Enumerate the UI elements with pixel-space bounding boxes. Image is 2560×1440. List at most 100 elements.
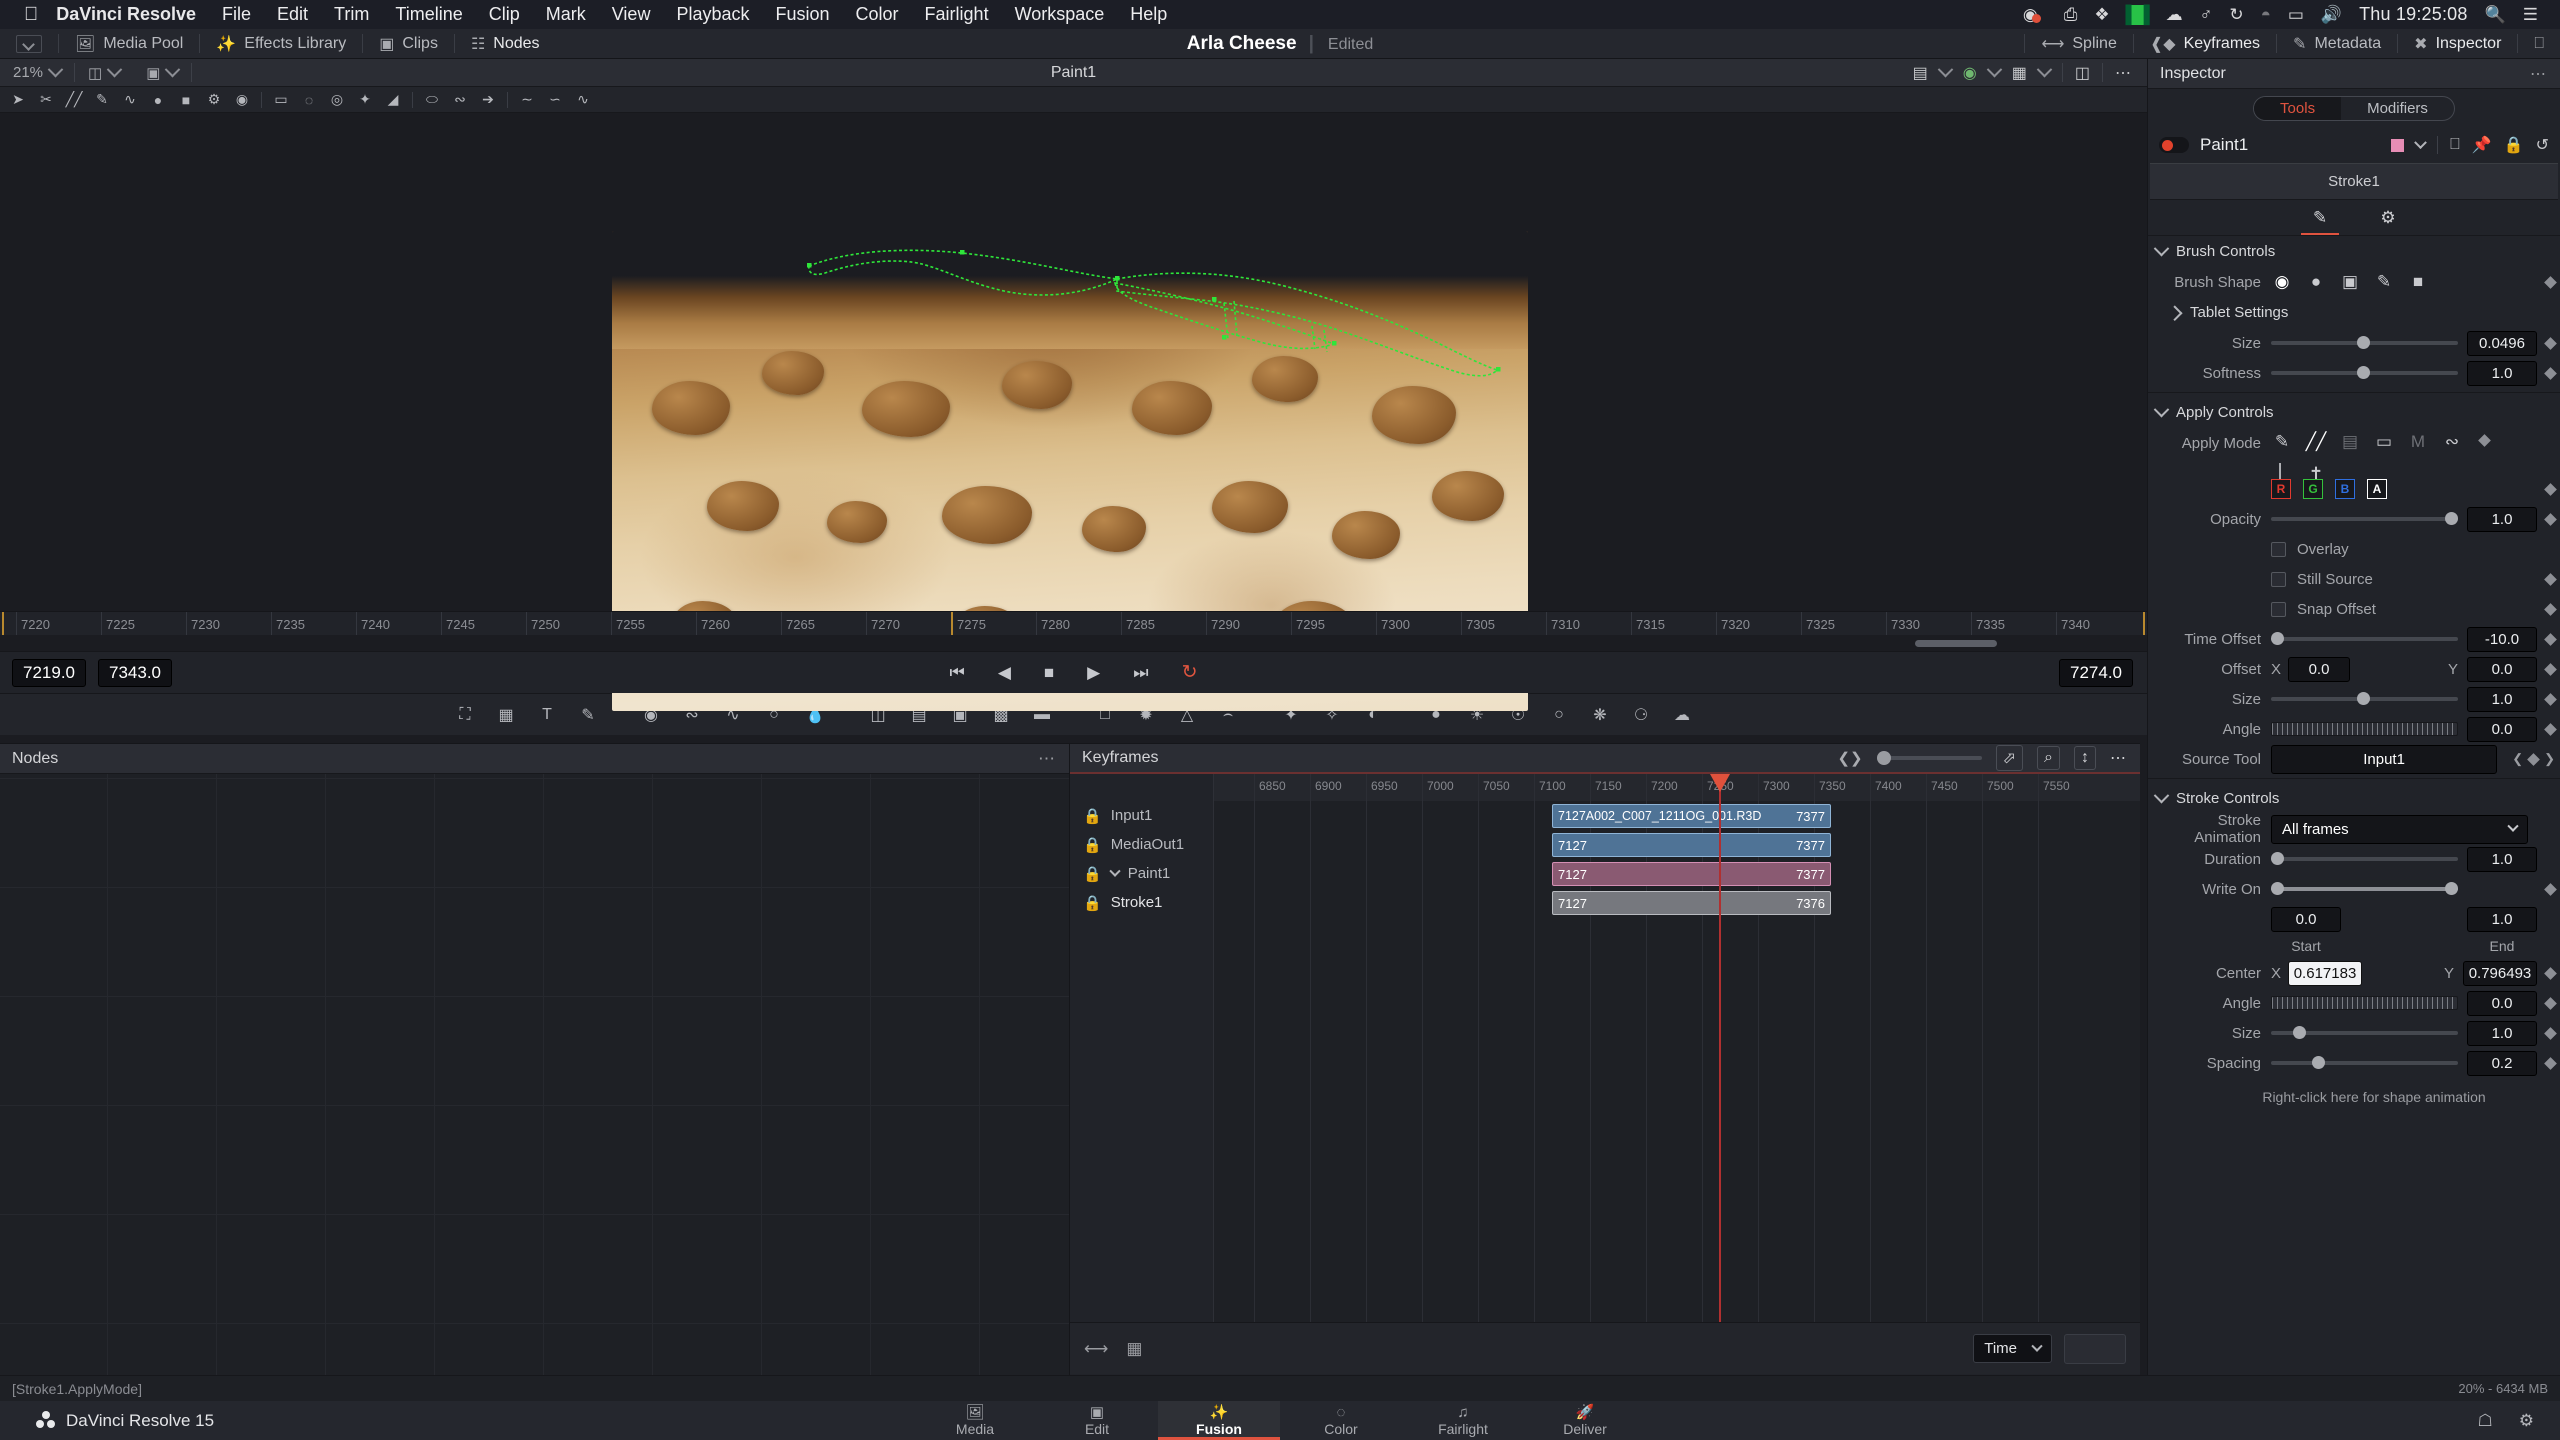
keyframe-diamond-icon[interactable] [2478, 434, 2491, 447]
wifi-icon[interactable]: ◓ [2261, 5, 2271, 25]
node-enable-toggle[interactable] [2159, 137, 2189, 153]
chevron-down-icon[interactable] [1937, 61, 1954, 78]
airplay-icon[interactable]: ▭ [2288, 5, 2304, 25]
ellipse-shape-icon[interactable]: ⬭ [418, 88, 446, 112]
spline-button[interactable]: ⟷ Spline [2025, 29, 2132, 59]
keyframe-diamond-icon[interactable] [2544, 275, 2557, 289]
keyframe-diamond-icon[interactable] [2544, 572, 2557, 586]
metadata-button[interactable]: ✎ Metadata [2277, 29, 2397, 59]
apply-angle-dial[interactable] [2271, 722, 2458, 736]
blur-icon[interactable]: ◎ [323, 88, 351, 112]
keyframe-diamond-icon[interactable] [2544, 966, 2557, 980]
square-brush-icon[interactable]: ■ [2407, 272, 2429, 292]
lock-icon[interactable]: 🔒 [1083, 894, 1102, 912]
pen-brush-icon[interactable]: ✎ [2373, 272, 2395, 292]
menu-playback[interactable]: Playback [676, 4, 749, 25]
paint-stroke-icon[interactable]: ✂ [32, 88, 60, 112]
menu-timeline[interactable]: Timeline [395, 4, 462, 25]
keyframe-track-row[interactable]: 🔒 Stroke1 [1070, 888, 1213, 917]
tab-tools[interactable]: Tools [2254, 96, 2342, 120]
viewer-time-ruler[interactable]: 7220 7225 7230 7235 7240 7245 7250 7255 … [0, 611, 2147, 635]
orbit-icon[interactable]: ⚆ [1621, 698, 1662, 732]
smudge-icon[interactable]: ◌ [295, 88, 323, 112]
curve-edit-icon[interactable]: ∽ [541, 88, 569, 112]
spacing-slider[interactable] [2271, 1056, 2458, 1069]
viewer-grid-icon[interactable]: ▦ [2012, 63, 2027, 83]
collapse-panel-button[interactable]: ⎕ [2518, 29, 2560, 59]
multistroke-icon[interactable]: ╱╱ [60, 88, 88, 112]
viewer-fullscreen-icon[interactable]: ◫ [2075, 63, 2090, 83]
brush-icon[interactable]: ✎ [88, 88, 116, 112]
keyframe-diamond-icon[interactable] [2544, 366, 2557, 380]
brush-tab-icon[interactable]: ✎ [2298, 201, 2342, 235]
keyframes-height-icon[interactable]: ↕ [2074, 746, 2096, 770]
page-tab-fusion[interactable]: ✨ Fusion [1158, 1401, 1280, 1440]
viewer-canvas[interactable] [0, 113, 2147, 711]
keyframe-diamond-icon[interactable] [2544, 482, 2557, 496]
play-reverse-icon[interactable]: ◀ [998, 663, 1011, 683]
pin-icon[interactable]: 📌 [2472, 135, 2492, 155]
stroke-angle-dial[interactable] [2271, 996, 2458, 1010]
menu-file[interactable]: File [222, 4, 251, 25]
path-icon[interactable]: ∾ [446, 88, 474, 112]
text-icon[interactable]: T [527, 698, 568, 732]
project-manager-button[interactable] [0, 29, 58, 59]
menu-workspace[interactable]: Workspace [1015, 4, 1105, 25]
apply-size-slider[interactable] [2271, 692, 2458, 705]
tangent-icon[interactable]: ∿ [569, 88, 597, 112]
brush-softness-value[interactable]: 1.0 [2467, 360, 2537, 386]
stroke-size-value[interactable]: 1.0 [2467, 1020, 2537, 1046]
app-name-menu[interactable]: DaVinci Resolve [56, 4, 196, 25]
offset-x-value[interactable]: 0.0 [2288, 656, 2351, 682]
circle-fill-icon[interactable]: ● [144, 88, 172, 112]
soft-circle-icon[interactable]: ◉ [2271, 272, 2293, 292]
menu-fusion[interactable]: Fusion [776, 4, 830, 25]
dot-icon[interactable]: ○ [1539, 698, 1580, 732]
menu-help[interactable]: Help [1130, 4, 1167, 25]
time-machine-icon[interactable]: ↻ [2229, 5, 2243, 25]
keyframe-diamond-icon[interactable] [2544, 512, 2557, 526]
smear-apply-icon[interactable]: ∾ [2441, 432, 2463, 452]
keyframe-bar-mediaout1[interactable]: 7127 7377 [1552, 833, 1831, 857]
polyline-stroke-icon[interactable]: ∿ [116, 88, 144, 112]
settings-tab-icon[interactable]: ⚙ [2366, 201, 2410, 235]
keyframe-diamond-icon[interactable] [2544, 722, 2557, 736]
keyframes-playhead[interactable] [1710, 774, 1730, 1322]
keyframe-diamond-icon[interactable] [2544, 996, 2557, 1010]
eraser-icon[interactable]: ▭ [267, 88, 295, 112]
menu-trim[interactable]: Trim [334, 4, 369, 25]
viewer-color-icon[interactable]: ◉ [1963, 63, 1977, 83]
opacity-value[interactable]: 1.0 [2467, 506, 2537, 532]
center-x-value[interactable]: 0.617183 [2288, 960, 2363, 986]
search-icon[interactable]: 🔍 [2485, 5, 2506, 25]
cluster-icon[interactable]: ❋ [1580, 698, 1621, 732]
reset-icon[interactable]: ↺ [2536, 135, 2549, 155]
spacing-value[interactable]: 0.2 [2467, 1050, 2537, 1076]
keyframe-diamond-icon[interactable] [2544, 882, 2557, 896]
write-on-slider[interactable] [2271, 882, 2458, 895]
shape-animation-hint[interactable]: Right-click here for shape animation [2148, 1078, 2560, 1105]
keyframe-diamond-icon[interactable] [2544, 662, 2557, 676]
still-source-checkbox[interactable] [2271, 571, 2286, 587]
nodes-button[interactable]: ☷ Nodes [455, 29, 556, 59]
keyframe-diamond-icon[interactable] [2544, 1026, 2557, 1040]
grid-icon[interactable]: ▦ [486, 698, 527, 732]
write-on-start-value[interactable]: 0.0 [2271, 906, 2341, 932]
stroke-selector[interactable]: Stroke1 [2150, 163, 2558, 200]
keyframe-bar-stroke1[interactable]: 7127 7376 [1552, 891, 1831, 915]
apply-angle-value[interactable]: 0.0 [2467, 716, 2537, 742]
clock[interactable]: Thu 19:25:08 [2359, 4, 2467, 25]
display-icon[interactable]: ⎙ [2064, 5, 2078, 25]
control-center-icon[interactable]: ☰ [2523, 5, 2538, 25]
keyframes-zoom-icon[interactable]: ⌕ [2037, 746, 2060, 770]
sphere-icon[interactable]: ☁ [1662, 698, 1703, 732]
clone-multi-icon[interactable]: ◉ [228, 88, 256, 112]
emboss-apply-icon[interactable]: ▤ [2339, 432, 2361, 452]
spreadsheet-icon[interactable]: ▦ [1126, 1339, 1142, 1359]
play-icon[interactable]: ▶ [1087, 663, 1100, 683]
square-fill-icon[interactable]: ■ [172, 88, 200, 112]
lock-icon[interactable]: 🔒 [2504, 135, 2524, 155]
effects-library-button[interactable]: ✨ Effects Library [200, 29, 362, 59]
auto-fit-icon[interactable]: ⟷ [1084, 1339, 1108, 1359]
section-stroke-controls[interactable]: Stroke Controls [2148, 783, 2560, 814]
